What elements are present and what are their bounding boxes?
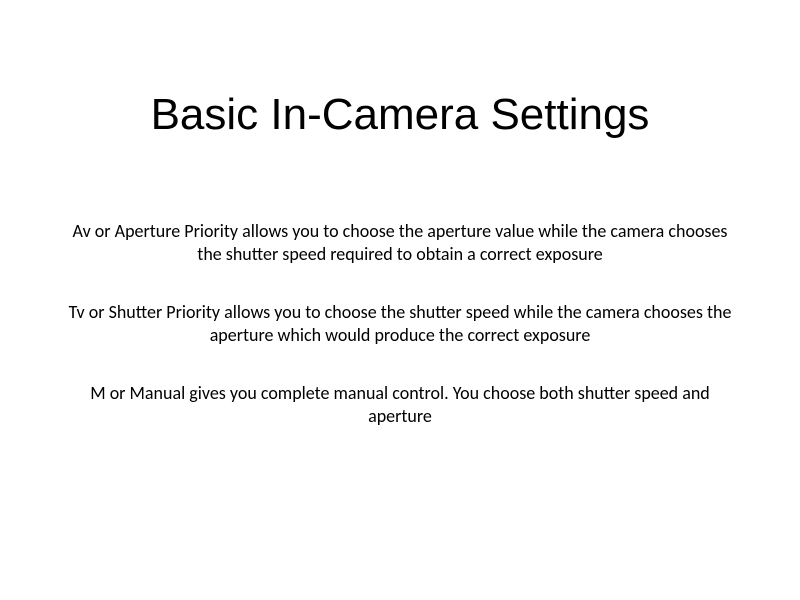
paragraph-m: M or Manual gives you complete manual co… [60, 382, 740, 427]
slide-title: Basic In-Camera Settings [0, 90, 800, 140]
slide-body: Av or Aperture Priority allows you to ch… [60, 220, 740, 463]
paragraph-av: Av or Aperture Priority allows you to ch… [60, 220, 740, 265]
slide: Basic In-Camera Settings Av or Aperture … [0, 0, 800, 600]
paragraph-tv: Tv or Shutter Priority allows you to cho… [60, 301, 740, 346]
